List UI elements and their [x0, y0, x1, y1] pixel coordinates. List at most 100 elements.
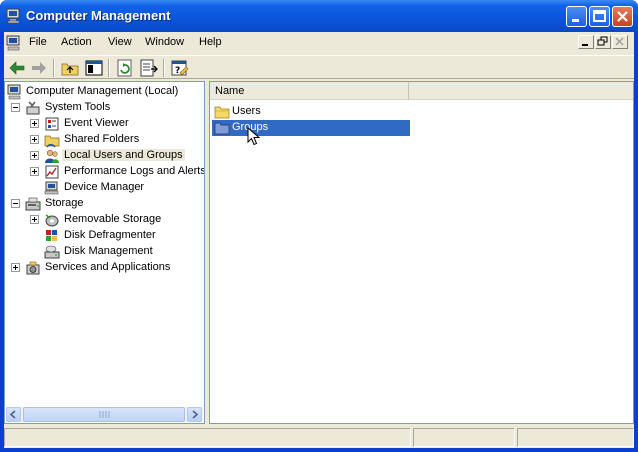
window-title: Computer Management	[26, 8, 171, 23]
tree-item-label: Event Viewer	[64, 117, 129, 129]
tree-item-disk-defragmenter[interactable]: Disk Defragmenter	[5, 228, 204, 244]
tree-item-label: Shared Folders	[64, 133, 140, 145]
expand-plus-icon[interactable]	[11, 263, 20, 272]
tree-horizontal-scrollbar[interactable]	[6, 407, 203, 422]
maximize-button[interactable]	[589, 6, 610, 27]
tree-item-label: Local Users and Groups	[62, 149, 185, 161]
tree-item-device-manager[interactable]: Device Manager	[5, 180, 204, 196]
device-manager-icon	[44, 181, 59, 195]
up-folder-icon[interactable]	[59, 58, 81, 78]
list-item-groups[interactable]: Groups	[212, 120, 410, 136]
computer-icon[interactable]	[6, 35, 22, 51]
menu-help[interactable]: Help	[199, 36, 222, 48]
console-tree[interactable]: Computer Management (Local) System Tools…	[4, 81, 205, 424]
collapse-minus-icon[interactable]	[11, 199, 20, 208]
close-icon	[617, 11, 628, 22]
column-header: Name	[210, 82, 633, 100]
tree-item-local-users-and-groups[interactable]: Local Users and Groups	[5, 148, 204, 164]
event-viewer-icon	[45, 117, 59, 131]
tree-item-event-viewer[interactable]: Event Viewer	[5, 116, 204, 132]
chevron-right-icon	[192, 410, 199, 419]
title-bar[interactable]: Computer Management	[0, 0, 638, 32]
tree-item-services-and-applications[interactable]: Services and Applications	[5, 260, 204, 276]
removable-storage-icon	[45, 214, 59, 227]
forward-arrow-icon[interactable]	[28, 58, 50, 78]
menu-window[interactable]: Window	[145, 36, 184, 48]
svg-text:?: ?	[175, 66, 180, 76]
tree-root[interactable]: Computer Management (Local)	[5, 84, 204, 100]
defrag-icon	[46, 230, 57, 241]
tree-item-label: System Tools	[45, 101, 111, 113]
folder-icon	[214, 106, 230, 119]
status-cell-2	[413, 428, 515, 447]
minimize-icon	[582, 44, 588, 46]
tree-item-shared-folders[interactable]: Shared Folders	[5, 132, 204, 148]
expand-plus-icon[interactable]	[30, 215, 39, 224]
computer-icon	[6, 8, 20, 24]
menu-action[interactable]: Action	[61, 36, 92, 48]
scroll-thumb[interactable]	[23, 407, 185, 422]
toolbar: ?	[4, 55, 634, 79]
services-icon	[26, 261, 40, 275]
close-button[interactable]	[612, 6, 633, 27]
menu-view[interactable]: View	[108, 36, 132, 48]
menu-file[interactable]: File	[29, 36, 47, 48]
back-arrow-icon[interactable]	[6, 58, 28, 78]
minimize-button[interactable]	[566, 6, 587, 27]
tree-item-label: Removable Storage	[64, 213, 162, 225]
window-frame: File Action View Window Help ? Computer …	[4, 32, 634, 448]
collapse-minus-icon[interactable]	[11, 103, 20, 112]
results-pane[interactable]: Name Users Groups	[209, 81, 634, 424]
status-cell-3	[517, 428, 634, 447]
tree-item-label: Disk Defragmenter	[64, 229, 156, 241]
expand-plus-icon[interactable]	[30, 119, 39, 128]
toolbar-separator	[53, 59, 55, 77]
tree-item-label: Device Manager	[64, 181, 145, 193]
computer-management-window: Computer Management File Action View Win…	[0, 0, 638, 452]
child-restore-button[interactable]	[595, 35, 611, 49]
grip-icon	[99, 411, 110, 418]
export-list-icon[interactable]	[138, 58, 160, 78]
column-header-name[interactable]: Name	[210, 82, 409, 100]
refresh-icon[interactable]	[114, 58, 136, 78]
shared-folder-icon	[44, 135, 60, 148]
performance-icon	[45, 165, 59, 179]
tree-root-label: Computer Management (Local)	[26, 85, 179, 97]
tree-item-label: Services and Applications	[45, 261, 171, 273]
disk-management-icon	[44, 245, 60, 259]
folder-icon	[214, 122, 230, 135]
restore-icon	[597, 36, 608, 46]
status-cell-main	[4, 428, 411, 447]
storage-icon	[25, 197, 41, 211]
maximize-icon	[593, 10, 606, 22]
column-header-empty[interactable]	[410, 82, 633, 100]
show-hide-tree-icon[interactable]	[83, 58, 105, 78]
scroll-right-button[interactable]	[187, 407, 202, 422]
list-item-label: Users	[232, 105, 261, 117]
tree-item-removable-storage[interactable]: Removable Storage	[5, 212, 204, 228]
child-close-button[interactable]	[612, 35, 628, 49]
scroll-left-button[interactable]	[6, 407, 21, 422]
tools-icon	[26, 101, 40, 115]
help-icon[interactable]: ?	[169, 58, 191, 78]
expand-plus-icon[interactable]	[30, 167, 39, 176]
child-minimize-button[interactable]	[578, 35, 594, 49]
menu-bar: File Action View Window Help	[4, 32, 634, 54]
tree-item-storage[interactable]: Storage	[5, 196, 204, 212]
expand-plus-icon[interactable]	[30, 151, 39, 160]
status-bar	[4, 426, 634, 448]
users-icon	[45, 149, 59, 163]
tree-item-label: Performance Logs and Alerts	[64, 165, 205, 177]
chevron-left-icon	[9, 410, 16, 419]
expand-plus-icon[interactable]	[30, 135, 39, 144]
toolbar-separator	[163, 59, 165, 77]
mouse-pointer-icon	[247, 127, 261, 146]
tree-item-performance-logs-and-alerts[interactable]: Performance Logs and Alerts	[5, 164, 205, 180]
close-icon	[615, 37, 624, 46]
tree-item-system-tools[interactable]: System Tools	[5, 100, 204, 116]
toolbar-separator	[108, 59, 110, 77]
tree-item-disk-management[interactable]: Disk Management	[5, 244, 204, 260]
minimize-icon	[572, 19, 579, 22]
tree-item-label: Disk Management	[64, 245, 153, 257]
tree-item-label: Storage	[45, 197, 84, 209]
